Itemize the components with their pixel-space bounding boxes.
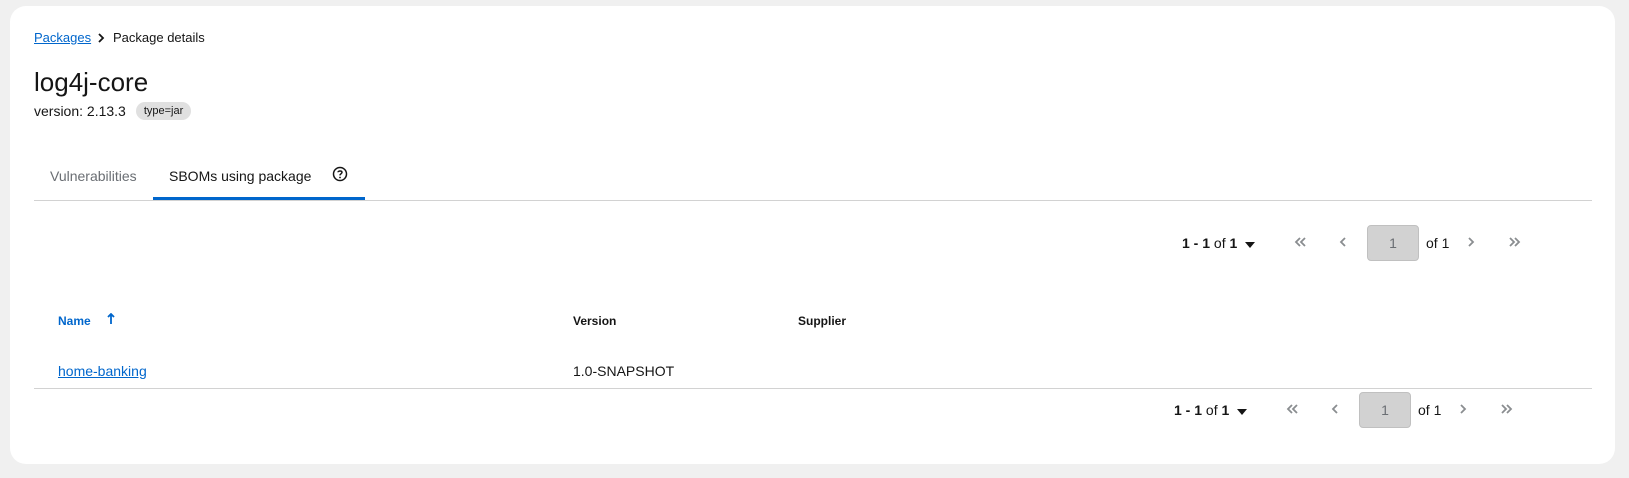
- pagination-bottom-count: 1 - 1 of 1: [1174, 402, 1230, 418]
- pagination-top-page-input[interactable]: [1367, 225, 1419, 261]
- tabs-divider: [34, 200, 1592, 201]
- pagination-top-of-pages: of 1: [1426, 235, 1450, 251]
- tab-sboms-using-package[interactable]: SBOMs using package: [169, 166, 311, 201]
- table-row-divider: [34, 388, 1592, 389]
- pagination-bottom-page-input[interactable]: [1359, 392, 1411, 428]
- caret-down-icon: [1237, 401, 1248, 419]
- chevron-right-icon[interactable]: [1453, 399, 1473, 419]
- row-version: 1.0-SNAPSHOT: [573, 363, 675, 379]
- pagination-bottom-count-toggle[interactable]: 1 - 1 of 1: [1174, 401, 1248, 419]
- breadcrumb-current: Package details: [113, 30, 205, 45]
- double-chevron-right-icon[interactable]: [1497, 399, 1517, 419]
- pagination-top-count-toggle[interactable]: 1 - 1 of 1: [1182, 234, 1256, 252]
- breadcrumb-packages-link[interactable]: Packages: [34, 30, 91, 46]
- version-row: version: 2.13.3 type=jar: [34, 102, 192, 120]
- double-chevron-left-icon[interactable]: [1290, 232, 1310, 252]
- type-badge: type=jar: [135, 102, 192, 120]
- caret-down-icon: [1245, 234, 1256, 252]
- tab-vulnerabilities[interactable]: Vulnerabilities: [50, 166, 137, 201]
- column-header-version: Version: [573, 314, 617, 328]
- package-version: version: 2.13.3: [34, 103, 126, 119]
- double-chevron-left-icon[interactable]: [1282, 399, 1302, 419]
- column-header-supplier: Supplier: [798, 314, 847, 328]
- sort-ascending-icon: [107, 312, 115, 329]
- row-name-link[interactable]: home-banking: [58, 362, 147, 380]
- column-header-name[interactable]: Name: [58, 312, 115, 329]
- pagination-bottom-of-pages: of 1: [1418, 402, 1442, 418]
- page-title: log4j-core: [34, 67, 149, 97]
- package-details-card: Packages Package details log4j-core vers…: [10, 6, 1615, 464]
- chevron-right-icon: [93, 30, 109, 46]
- chevron-left-icon[interactable]: [1325, 399, 1345, 419]
- chevron-left-icon[interactable]: [1333, 232, 1353, 252]
- chevron-right-icon[interactable]: [1461, 232, 1481, 252]
- double-chevron-right-icon[interactable]: [1505, 232, 1525, 252]
- help-circle-icon[interactable]: [332, 166, 348, 182]
- pagination-top-count: 1 - 1 of 1: [1182, 235, 1238, 251]
